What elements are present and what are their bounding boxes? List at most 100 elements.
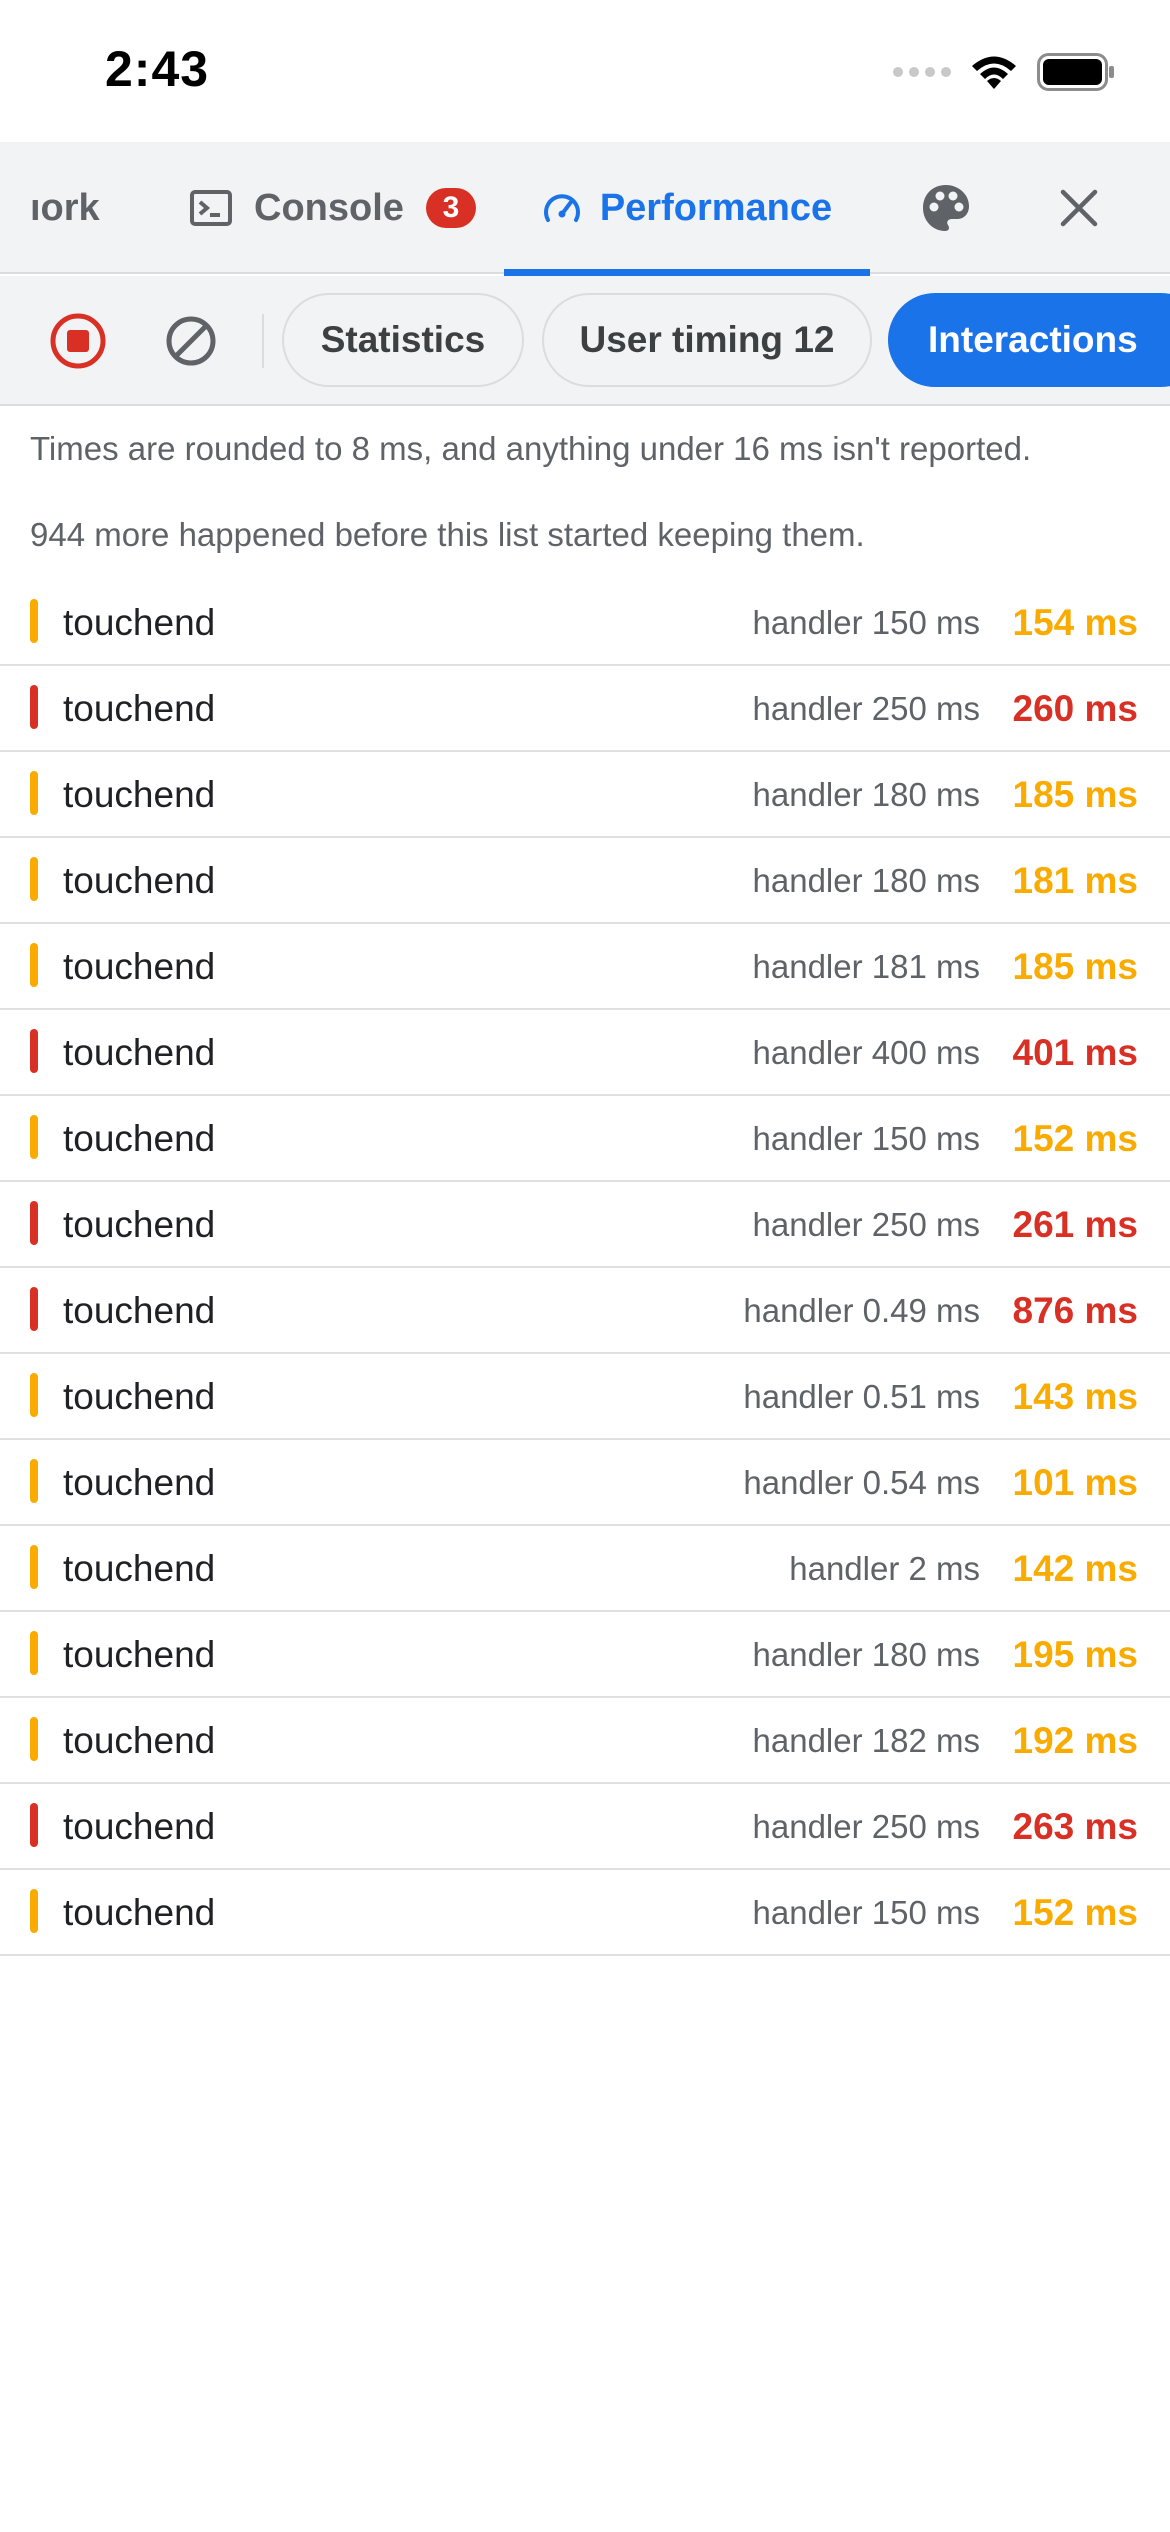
total-duration: 154 ms — [1012, 602, 1139, 643]
severity-indicator — [30, 1631, 38, 1675]
list-item[interactable]: touchend handler 150 ms 152 ms — [0, 1096, 1170, 1182]
event-name: touchend — [63, 946, 216, 987]
total-duration: 195 ms — [1012, 1634, 1139, 1675]
record-button[interactable] — [48, 276, 108, 404]
list-item[interactable]: touchend handler 0.51 ms 143 ms — [0, 1354, 1170, 1440]
tab-network[interactable]: ıork — [30, 142, 100, 274]
total-duration: 192 ms — [1012, 1720, 1139, 1761]
severity-indicator — [30, 1029, 38, 1073]
event-name: touchend — [63, 860, 216, 901]
total-duration: 152 ms — [1012, 1118, 1139, 1159]
handler-duration: handler 0.49 ms — [743, 1292, 980, 1329]
total-duration: 185 ms — [1012, 774, 1139, 815]
list-item[interactable]: touchend handler 150 ms 154 ms — [0, 580, 1170, 666]
handler-duration: handler 181 ms — [752, 948, 980, 985]
rounding-note: Times are rounded to 8 ms, and anything … — [30, 430, 1032, 467]
interactions-chip[interactable]: Interactions — [888, 293, 1170, 387]
severity-indicator — [30, 1717, 38, 1761]
total-duration: 152 ms — [1012, 1892, 1139, 1933]
close-button[interactable] — [1058, 142, 1100, 274]
severity-indicator — [30, 1373, 38, 1417]
event-name: touchend — [63, 688, 216, 729]
event-name: touchend — [63, 1462, 216, 1503]
severity-indicator — [30, 685, 38, 729]
list-item[interactable]: touchend handler 250 ms 260 ms — [0, 666, 1170, 752]
severity-indicator — [30, 1889, 38, 1933]
list-item[interactable]: touchend handler 250 ms 263 ms — [0, 1784, 1170, 1870]
event-name: touchend — [63, 1290, 216, 1331]
event-name: touchend — [63, 602, 216, 643]
total-duration: 260 ms — [1012, 688, 1139, 729]
severity-indicator — [30, 1459, 38, 1503]
list-item[interactable]: touchend handler 250 ms 261 ms — [0, 1182, 1170, 1268]
severity-indicator — [30, 1115, 38, 1159]
tab-performance[interactable]: Performance — [504, 142, 870, 276]
theme-button[interactable] — [920, 142, 972, 274]
total-duration: 263 ms — [1012, 1806, 1139, 1847]
tab-console-label: Console — [254, 186, 404, 229]
list-item[interactable]: touchend handler 150 ms 152 ms — [0, 1870, 1170, 1956]
event-name: touchend — [63, 1720, 216, 1761]
list-item[interactable]: touchend handler 0.49 ms 876 ms — [0, 1268, 1170, 1354]
event-name: touchend — [63, 1806, 216, 1847]
severity-indicator — [30, 599, 38, 643]
status-indicators — [893, 52, 1115, 92]
handler-duration: handler 250 ms — [752, 690, 980, 727]
total-duration: 101 ms — [1012, 1462, 1139, 1503]
palette-icon — [923, 185, 969, 231]
list-item[interactable]: touchend handler 180 ms 185 ms — [0, 752, 1170, 838]
statistics-chip[interactable]: Statistics — [282, 293, 524, 387]
handler-duration: handler 182 ms — [752, 1722, 980, 1759]
battery-icon — [1037, 53, 1114, 91]
total-duration: 142 ms — [1012, 1548, 1139, 1589]
close-icon — [1060, 189, 1098, 227]
severity-indicator — [30, 1287, 38, 1331]
status-time: 2:43 — [105, 41, 210, 97]
handler-duration: handler 0.51 ms — [743, 1378, 980, 1415]
clear-button[interactable] — [164, 276, 218, 404]
event-name: touchend — [63, 774, 216, 815]
tab-network-label: ıork — [30, 186, 100, 229]
toolbar-divider — [262, 314, 264, 368]
total-duration: 261 ms — [1012, 1204, 1139, 1245]
gauge-icon — [543, 194, 580, 222]
clear-icon — [166, 316, 216, 366]
performance-toolbar: Statistics User timing 12 Interactions — [0, 276, 1170, 406]
tab-performance-label: Performance — [599, 186, 833, 229]
handler-duration: handler 180 ms — [752, 862, 980, 899]
handler-duration: handler 180 ms — [752, 1636, 980, 1673]
dropped-events-note: 944 more happened before this list start… — [30, 516, 865, 553]
event-name: touchend — [63, 1892, 216, 1933]
event-name: touchend — [63, 1376, 216, 1417]
total-duration: 185 ms — [1012, 946, 1139, 987]
total-duration: 181 ms — [1012, 860, 1139, 901]
list-item[interactable]: touchend handler 182 ms 192 ms — [0, 1698, 1170, 1784]
record-stop-icon — [50, 313, 106, 369]
terminal-icon — [190, 190, 232, 226]
handler-duration: handler 150 ms — [752, 1894, 980, 1931]
handler-duration: handler 250 ms — [752, 1808, 980, 1845]
tab-console[interactable]: Console 3 — [190, 142, 476, 274]
list-item[interactable]: touchend handler 400 ms 401 ms — [0, 1010, 1170, 1096]
event-name: touchend — [63, 1548, 216, 1589]
severity-indicator — [30, 1545, 38, 1589]
total-duration: 401 ms — [1012, 1032, 1139, 1073]
event-name: touchend — [63, 1634, 216, 1675]
severity-indicator — [30, 1201, 38, 1245]
list-item[interactable]: touchend handler 0.54 ms 101 ms — [0, 1440, 1170, 1526]
list-item[interactable]: touchend handler 180 ms 195 ms — [0, 1612, 1170, 1698]
severity-indicator — [30, 857, 38, 901]
list-item[interactable]: touchend handler 2 ms 142 ms — [0, 1526, 1170, 1612]
event-name: touchend — [63, 1032, 216, 1073]
handler-duration: handler 180 ms — [752, 776, 980, 813]
wifi-icon — [972, 56, 1016, 89]
user-timing-chip[interactable]: User timing 12 — [542, 293, 872, 387]
status-bar: 2:43 — [0, 0, 1170, 142]
severity-indicator — [30, 771, 38, 815]
severity-indicator — [30, 1803, 38, 1847]
list-item[interactable]: touchend handler 181 ms 185 ms — [0, 924, 1170, 1010]
console-error-badge: 3 — [425, 188, 476, 228]
list-item[interactable]: touchend handler 180 ms 181 ms — [0, 838, 1170, 924]
cellular-signal-icon — [893, 67, 951, 77]
devtools-tab-bar: ıork Console 3 Performance — [0, 142, 1170, 276]
